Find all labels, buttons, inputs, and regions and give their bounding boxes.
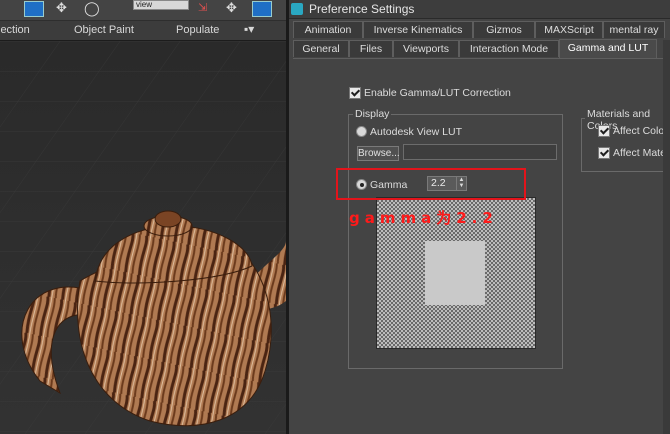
gamma-preview-center [425, 241, 485, 305]
reference-coordinate-dropdown[interactable]: view [133, 0, 189, 10]
ribbon-tab-object-paint[interactable]: Object Paint [74, 24, 134, 36]
browse-button[interactable]: Browse... [357, 146, 400, 161]
affect-color-label: Affect Color S [613, 125, 670, 137]
tab-viewports[interactable]: Viewports [393, 40, 459, 57]
affect-color-selectors-checkbox[interactable] [598, 125, 610, 137]
rotate-icon[interactable]: ◯ [84, 1, 100, 17]
dialog-title: Preference Settings [309, 2, 415, 16]
ribbon-tab-bar: lection Object Paint Populate ▪▾ [0, 21, 286, 41]
tab-interaction-mode[interactable]: Interaction Mode [459, 40, 559, 57]
move-icon[interactable]: ✥ [56, 1, 72, 17]
max-app-icon [291, 3, 303, 15]
tab-mental-ray[interactable]: mental ray [603, 21, 665, 38]
affect-material-label: Affect Materia [613, 147, 670, 159]
ribbon-tab-selection[interactable]: lection [0, 24, 30, 36]
tab-gizmos[interactable]: Gizmos [473, 21, 535, 38]
select-region-button[interactable] [24, 1, 44, 17]
tab-inverse-kinematics[interactable]: Inverse Kinematics [363, 21, 473, 38]
autodesk-view-lut-radio[interactable] [356, 126, 367, 137]
main-toolbar: ✥ ◯ view ⇲ ✥ [0, 0, 286, 21]
display-group-title: Display [353, 108, 392, 120]
dialog-right-edge [663, 40, 670, 434]
keyboard-shortcut-toggle[interactable] [252, 1, 272, 17]
enable-gamma-label: Enable Gamma/LUT Correction [364, 87, 511, 99]
tab-animation[interactable]: Animation [293, 21, 363, 38]
tab-general[interactable]: General [293, 40, 349, 57]
viewport-scene [0, 41, 286, 434]
tab-gamma-and-lut[interactable]: Gamma and LUT [559, 39, 657, 58]
tab-files[interactable]: Files [349, 40, 393, 57]
annotation-text: gamma为2.2 [349, 209, 498, 227]
preference-settings-dialog: Preference Settings Animation Inverse Ki… [286, 0, 670, 434]
select-manipulate-icon[interactable]: ✥ [226, 1, 242, 17]
ribbon-tab-populate[interactable]: Populate [176, 24, 219, 36]
autodesk-view-lut-label: Autodesk View LUT [370, 126, 463, 138]
dialog-titlebar[interactable]: Preference Settings [289, 0, 670, 19]
affect-material-editor-checkbox[interactable] [598, 147, 610, 159]
pivot-icon[interactable]: ⇲ [198, 1, 212, 17]
enable-gamma-checkbox[interactable] [349, 87, 361, 99]
lut-path-field[interactable] [403, 144, 557, 160]
tab-divider [293, 58, 665, 59]
ribbon-options-icon[interactable]: ▪▾ [244, 22, 254, 36]
perspective-viewport[interactable] [0, 41, 286, 434]
tab-maxscript[interactable]: MAXScript [535, 21, 603, 38]
annotation-highlight-box [336, 168, 526, 200]
